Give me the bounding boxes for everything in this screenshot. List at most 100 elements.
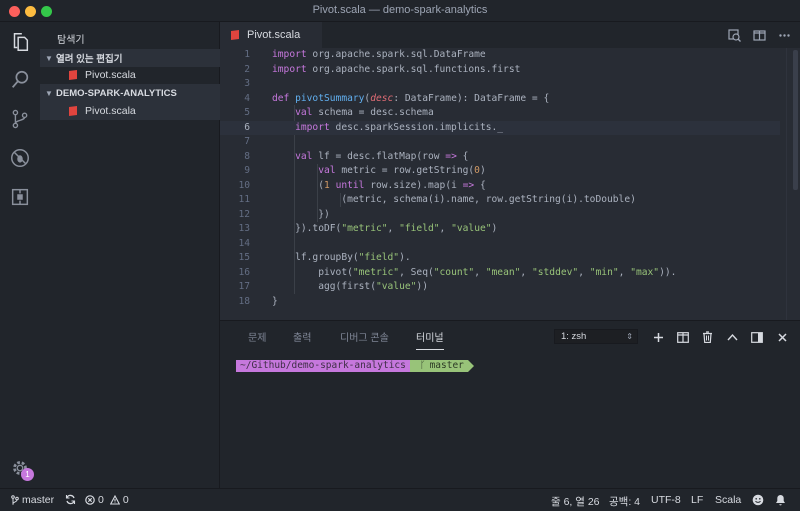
- source-control-icon: [12, 109, 28, 129]
- explorer-activity[interactable]: [0, 24, 40, 60]
- open-editor-item[interactable]: Pivot.scala: [40, 66, 220, 84]
- language-status[interactable]: Scala: [715, 494, 741, 506]
- close-panel-button[interactable]: [774, 329, 790, 345]
- open-changes-icon: [727, 28, 741, 42]
- open-changes-button[interactable]: [726, 27, 742, 43]
- extensions-icon: [11, 188, 29, 206]
- close-icon: [777, 332, 787, 342]
- tab-problems[interactable]: 문제: [248, 329, 266, 344]
- tab-terminal[interactable]: 터미널: [416, 329, 444, 350]
- smiley-icon: [752, 494, 764, 506]
- error-count: 0: [98, 494, 104, 506]
- tab-pivot-scala[interactable]: Pivot.scala: [220, 22, 322, 48]
- editor-scrollbar[interactable]: [786, 48, 800, 320]
- sync-icon: [65, 494, 76, 505]
- scala-file-icon: [231, 29, 239, 40]
- search-activity[interactable]: [0, 62, 40, 98]
- prompt-path: ~/Github/demo-spark-analytics: [236, 360, 416, 372]
- code-line-11: 11 (metric, schema(i).name, row.getStrin…: [238, 194, 636, 205]
- settings-update-badge: 1: [21, 468, 34, 481]
- project-filename: Pivot.scala: [85, 105, 136, 117]
- code-line-6: 6 import desc.sparkSession.implicits._: [220, 120, 780, 135]
- editor-scroll-thumb[interactable]: [793, 50, 798, 190]
- more-icon: [778, 33, 790, 37]
- tab-output[interactable]: 출력: [293, 329, 311, 344]
- source-control-activity[interactable]: [0, 101, 40, 137]
- panel-tabs: 문제 출력 디버그 콘솔 터미널 1: zsh ⇕: [220, 321, 800, 351]
- open-editor-filename: Pivot.scala: [85, 69, 136, 81]
- code-line-15: 15 lf.groupBy("field").: [238, 252, 411, 263]
- toggle-panel-position-button[interactable]: [749, 329, 765, 345]
- code-line-18: 18}: [238, 295, 278, 307]
- prompt-branch-segment: ᚴ master: [409, 360, 474, 372]
- terminal-output[interactable]: ~/Github/demo-spark-analytics ᚴ master: [236, 360, 474, 372]
- files-icon: [13, 33, 29, 51]
- cursor-position[interactable]: 줄 6, 열 26: [551, 494, 600, 509]
- indentation-status[interactable]: 공백: 4: [609, 494, 640, 509]
- activity-bar: 1: [0, 22, 40, 488]
- more-actions-button[interactable]: [776, 27, 792, 43]
- branch-status[interactable]: master: [11, 494, 54, 506]
- feedback-button[interactable]: [752, 494, 764, 506]
- tab-debug-console[interactable]: 디버그 콘솔: [340, 329, 389, 344]
- new-terminal-button[interactable]: [650, 329, 666, 345]
- explorer-title: 탐색기: [57, 35, 85, 46]
- warning-count: 0: [122, 494, 129, 506]
- prompt-branch: master: [429, 360, 464, 371]
- git-branch-icon: [11, 494, 19, 505]
- split-terminal-icon: [677, 331, 689, 343]
- code-line-13: 13 }).toDF("metric", "field", "value"): [238, 223, 498, 234]
- code-line-3: 3: [244, 78, 250, 89]
- split-editor-icon: [752, 29, 766, 41]
- code-editor[interactable]: 1 import org.apache.spark.sql.DataFrame 2…: [220, 48, 800, 320]
- terminal-select-value: 1: zsh: [561, 331, 587, 342]
- extensions-activity[interactable]: [0, 179, 40, 215]
- editor-actions: [726, 27, 792, 43]
- project-file-item[interactable]: Pivot.scala: [40, 102, 220, 120]
- chevron-down-icon: ▼: [45, 88, 53, 98]
- editor-tabs: Pivot.scala: [220, 22, 800, 48]
- maximize-panel-button[interactable]: [724, 329, 740, 345]
- window-title: Pivot.scala — demo-spark-analytics: [312, 4, 488, 16]
- project-section[interactable]: ▼ DEMO-SPARK-ANALYTICS: [40, 84, 220, 102]
- status-bar: master 0 0 줄 6, 열 26 공백: 4 UTF-8 LF Scal…: [0, 488, 800, 511]
- code-line-9: 9 val metric = row.getString(0): [244, 165, 486, 176]
- debug-activity[interactable]: [0, 140, 40, 176]
- terminal-select[interactable]: 1: zsh ⇕: [554, 329, 638, 344]
- project-label: DEMO-SPARK-ANALYTICS: [56, 87, 177, 99]
- problems-status[interactable]: 0 0: [85, 494, 129, 506]
- vscode-window: Pivot.scala — demo-spark-analytics 1 탐색기…: [0, 0, 800, 511]
- code-line-12: 12 }): [238, 208, 330, 220]
- code-line-14: 14: [238, 237, 250, 249]
- open-editors-label: 열려 있는 편집기: [56, 54, 123, 65]
- chevron-down-icon: ▼: [45, 53, 53, 63]
- split-terminal-button[interactable]: [675, 329, 691, 345]
- code-line-2: 2 import org.apache.spark.sql.functions.f…: [244, 63, 521, 75]
- scala-file-icon: [69, 105, 77, 116]
- code-line-7: 7: [244, 136, 250, 147]
- eol-status[interactable]: LF: [691, 494, 703, 506]
- bottom-panel: 문제 출력 디버그 콘솔 터미널 1: zsh ⇕ ~/Github/demo-…: [220, 320, 800, 488]
- code-line-1: 1 import org.apache.spark.sql.DataFrame: [244, 49, 486, 60]
- title-bar: Pivot.scala — demo-spark-analytics: [0, 0, 800, 22]
- code-line-8: 8 val lf = desc.flatMap(row => {: [244, 150, 469, 162]
- settings-activity[interactable]: [0, 450, 40, 486]
- encoding-status[interactable]: UTF-8: [651, 494, 681, 506]
- explorer-sidebar: 탐색기 ▼ 열려 있는 편집기 Pivot.scala ▼ DEMO-SPARK…: [40, 22, 220, 488]
- trash-icon: [702, 331, 712, 343]
- bell-icon: [776, 495, 785, 506]
- search-icon: [11, 70, 29, 88]
- split-editor-button[interactable]: [751, 27, 767, 43]
- error-icon: [85, 495, 95, 505]
- kill-terminal-button[interactable]: [699, 329, 715, 345]
- open-editors-section[interactable]: ▼ 열려 있는 편집기: [40, 49, 220, 67]
- code-line-5: 5 val schema = desc.schema: [244, 107, 434, 118]
- git-branch-icon: ᚴ: [419, 360, 426, 371]
- debug-icon: [11, 149, 29, 167]
- notifications-button[interactable]: [775, 494, 786, 506]
- plus-icon: [653, 332, 663, 342]
- code-line-16: 16 pivot("metric", Seq("count", "mean", …: [238, 266, 677, 278]
- sync-button[interactable]: [65, 494, 76, 505]
- select-arrows-icon: ⇕: [626, 332, 633, 341]
- code-line-10: 10 (1 until row.size).map(i => {: [238, 179, 486, 191]
